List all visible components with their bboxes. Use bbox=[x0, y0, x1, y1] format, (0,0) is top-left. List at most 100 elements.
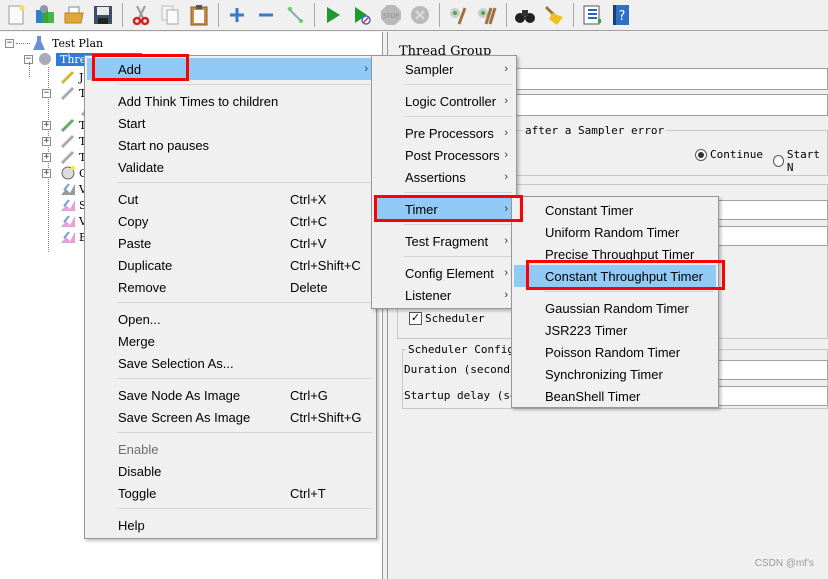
menu-item-remove[interactable]: Remove Delete bbox=[87, 276, 374, 298]
tree-node-test-plan[interactable]: − Test Plan bbox=[5, 35, 103, 51]
expand-button[interactable] bbox=[224, 2, 250, 28]
menu-separator bbox=[117, 432, 372, 433]
menu-item-save-screen-as-image[interactable]: Save Screen As Image Ctrl+Shift+G bbox=[87, 406, 374, 428]
submenu-arrow-icon: › bbox=[504, 289, 508, 301]
function-helper-button[interactable] bbox=[579, 2, 605, 28]
menu-item-copy[interactable]: Copy Ctrl+C bbox=[87, 210, 374, 232]
comments-input[interactable] bbox=[499, 94, 828, 116]
menu-item-label: JSR223 Timer bbox=[545, 322, 628, 338]
paste-button[interactable] bbox=[186, 2, 212, 28]
menu-item-add[interactable]: Add › bbox=[87, 58, 374, 80]
stop-icon: STOP bbox=[381, 5, 401, 25]
templates-button[interactable] bbox=[32, 2, 58, 28]
tree-node[interactable]: + T bbox=[42, 117, 86, 133]
menu-item-post-processors[interactable]: Post Processors › bbox=[374, 144, 514, 166]
radio-continue[interactable]: Continue bbox=[695, 148, 763, 161]
shutdown-button[interactable] bbox=[407, 2, 433, 28]
menu-item-shortcut: Ctrl+V bbox=[290, 235, 327, 251]
menu-separator bbox=[117, 182, 372, 183]
function-helper-icon bbox=[583, 5, 601, 25]
menu-item-disable[interactable]: Disable bbox=[87, 460, 374, 482]
radio-start-next[interactable]: Start N bbox=[773, 148, 828, 174]
menu-item-label: Paste bbox=[118, 235, 152, 251]
tree-node[interactable]: E bbox=[60, 229, 87, 245]
menu-item-constant-timer[interactable]: Constant Timer bbox=[514, 199, 716, 221]
tree-node[interactable]: V bbox=[60, 213, 87, 229]
menu-separator bbox=[117, 378, 372, 379]
collapse-toggle-icon[interactable]: − bbox=[42, 88, 51, 98]
shutdown-icon bbox=[411, 6, 429, 24]
menu-item-validate[interactable]: Validate bbox=[87, 156, 374, 178]
expand-toggle-icon[interactable]: + bbox=[42, 136, 51, 146]
expand-toggle-icon[interactable]: + bbox=[42, 152, 51, 162]
tree-node[interactable]: − T bbox=[42, 85, 86, 101]
stop-button[interactable]: STOP bbox=[378, 2, 404, 28]
menu-item-logic-controller[interactable]: Logic Controller › bbox=[374, 90, 514, 112]
menu-item-save-selection-as[interactable]: Save Selection As... bbox=[87, 352, 374, 374]
name-input[interactable]: 测 bbox=[499, 68, 828, 90]
clear-all-button[interactable] bbox=[474, 2, 500, 28]
menu-item-assertions[interactable]: Assertions › bbox=[374, 166, 514, 188]
tree-node[interactable]: J bbox=[60, 69, 83, 85]
menu-item-beanshell-timer[interactable]: BeanShell Timer bbox=[514, 385, 716, 407]
tree-node[interactable]: + T bbox=[42, 133, 86, 149]
menu-item-synchronizing-timer[interactable]: Synchronizing Timer bbox=[514, 363, 716, 385]
menu-item-listener[interactable]: Listener › bbox=[374, 284, 514, 306]
tree-node[interactable]: V bbox=[60, 181, 87, 197]
copy-button[interactable] bbox=[157, 2, 183, 28]
submenu-arrow-icon: › bbox=[504, 203, 508, 215]
clear-button[interactable] bbox=[445, 2, 471, 28]
menu-separator bbox=[117, 84, 372, 85]
scheduler-checkbox[interactable]: ✓ Scheduler bbox=[409, 312, 485, 325]
open-button[interactable] bbox=[61, 2, 87, 28]
submenu-arrow-icon: › bbox=[504, 267, 508, 279]
tree-node[interactable]: S bbox=[60, 197, 87, 213]
menu-item-add-think-times-to-children[interactable]: Add Think Times to children bbox=[87, 90, 374, 112]
clear-all-icon bbox=[478, 7, 497, 25]
menu-item-sampler[interactable]: Sampler › bbox=[374, 58, 514, 80]
startup-delay-label: Startup delay (sec bbox=[404, 389, 524, 402]
menu-item-merge[interactable]: Merge bbox=[87, 330, 374, 352]
toolbar-separator bbox=[573, 3, 574, 27]
start-button[interactable] bbox=[320, 2, 346, 28]
collapse-button[interactable] bbox=[253, 2, 279, 28]
reset-search-button[interactable] bbox=[541, 2, 567, 28]
expand-toggle-icon[interactable]: + bbox=[42, 120, 51, 130]
menu-item-start-no-pauses[interactable]: Start no pauses bbox=[87, 134, 374, 156]
menu-item-constant-throughput-timer[interactable]: Constant Throughput Timer bbox=[514, 265, 716, 287]
menu-item-help[interactable]: Help bbox=[87, 514, 374, 536]
expand-toggle-icon[interactable]: + bbox=[42, 168, 51, 178]
menu-item-timer[interactable]: Timer › bbox=[374, 198, 514, 220]
help-button[interactable]: ? bbox=[608, 2, 634, 28]
menu-item-config-element[interactable]: Config Element › bbox=[374, 262, 514, 284]
menu-item-duplicate[interactable]: Duplicate Ctrl+Shift+C bbox=[87, 254, 374, 276]
radio-unselected-icon bbox=[773, 155, 784, 167]
copy-icon bbox=[161, 5, 179, 25]
menu-item-gaussian-random-timer[interactable]: Gaussian Random Timer bbox=[514, 297, 716, 319]
menu-item-pre-processors[interactable]: Pre Processors › bbox=[374, 122, 514, 144]
menu-item-save-node-as-image[interactable]: Save Node As Image Ctrl+G bbox=[87, 384, 374, 406]
menu-item-uniform-random-timer[interactable]: Uniform Random Timer bbox=[514, 221, 716, 243]
menu-item-paste[interactable]: Paste Ctrl+V bbox=[87, 232, 374, 254]
save-button[interactable] bbox=[90, 2, 116, 28]
new-button[interactable] bbox=[3, 2, 29, 28]
submenu-arrow-icon: › bbox=[504, 63, 508, 75]
search-button[interactable] bbox=[512, 2, 538, 28]
menu-item-jsr223-timer[interactable]: JSR223 Timer bbox=[514, 319, 716, 341]
toggle-button[interactable] bbox=[282, 2, 308, 28]
cut-button[interactable] bbox=[128, 2, 154, 28]
open-icon bbox=[64, 6, 84, 24]
menu-item-label: Constant Throughput Timer bbox=[545, 268, 704, 284]
menu-item-toggle[interactable]: Toggle Ctrl+T bbox=[87, 482, 374, 504]
tree-node[interactable]: + T bbox=[42, 149, 86, 165]
menu-item-open[interactable]: Open... bbox=[87, 308, 374, 330]
menu-item-cut[interactable]: Cut Ctrl+X bbox=[87, 188, 374, 210]
menu-item-label: Synchronizing Timer bbox=[545, 366, 663, 382]
menu-item-poisson-random-timer[interactable]: Poisson Random Timer bbox=[514, 341, 716, 363]
menu-item-precise-throughput-timer[interactable]: Precise Throughput Timer bbox=[514, 243, 716, 265]
menu-item-test-fragment[interactable]: Test Fragment › bbox=[374, 230, 514, 252]
menu-item-start[interactable]: Start bbox=[87, 112, 374, 134]
collapse-toggle-icon[interactable]: − bbox=[5, 38, 14, 48]
menu-item-label: Validate bbox=[118, 159, 165, 175]
start-no-pauses-button[interactable] bbox=[349, 2, 375, 28]
